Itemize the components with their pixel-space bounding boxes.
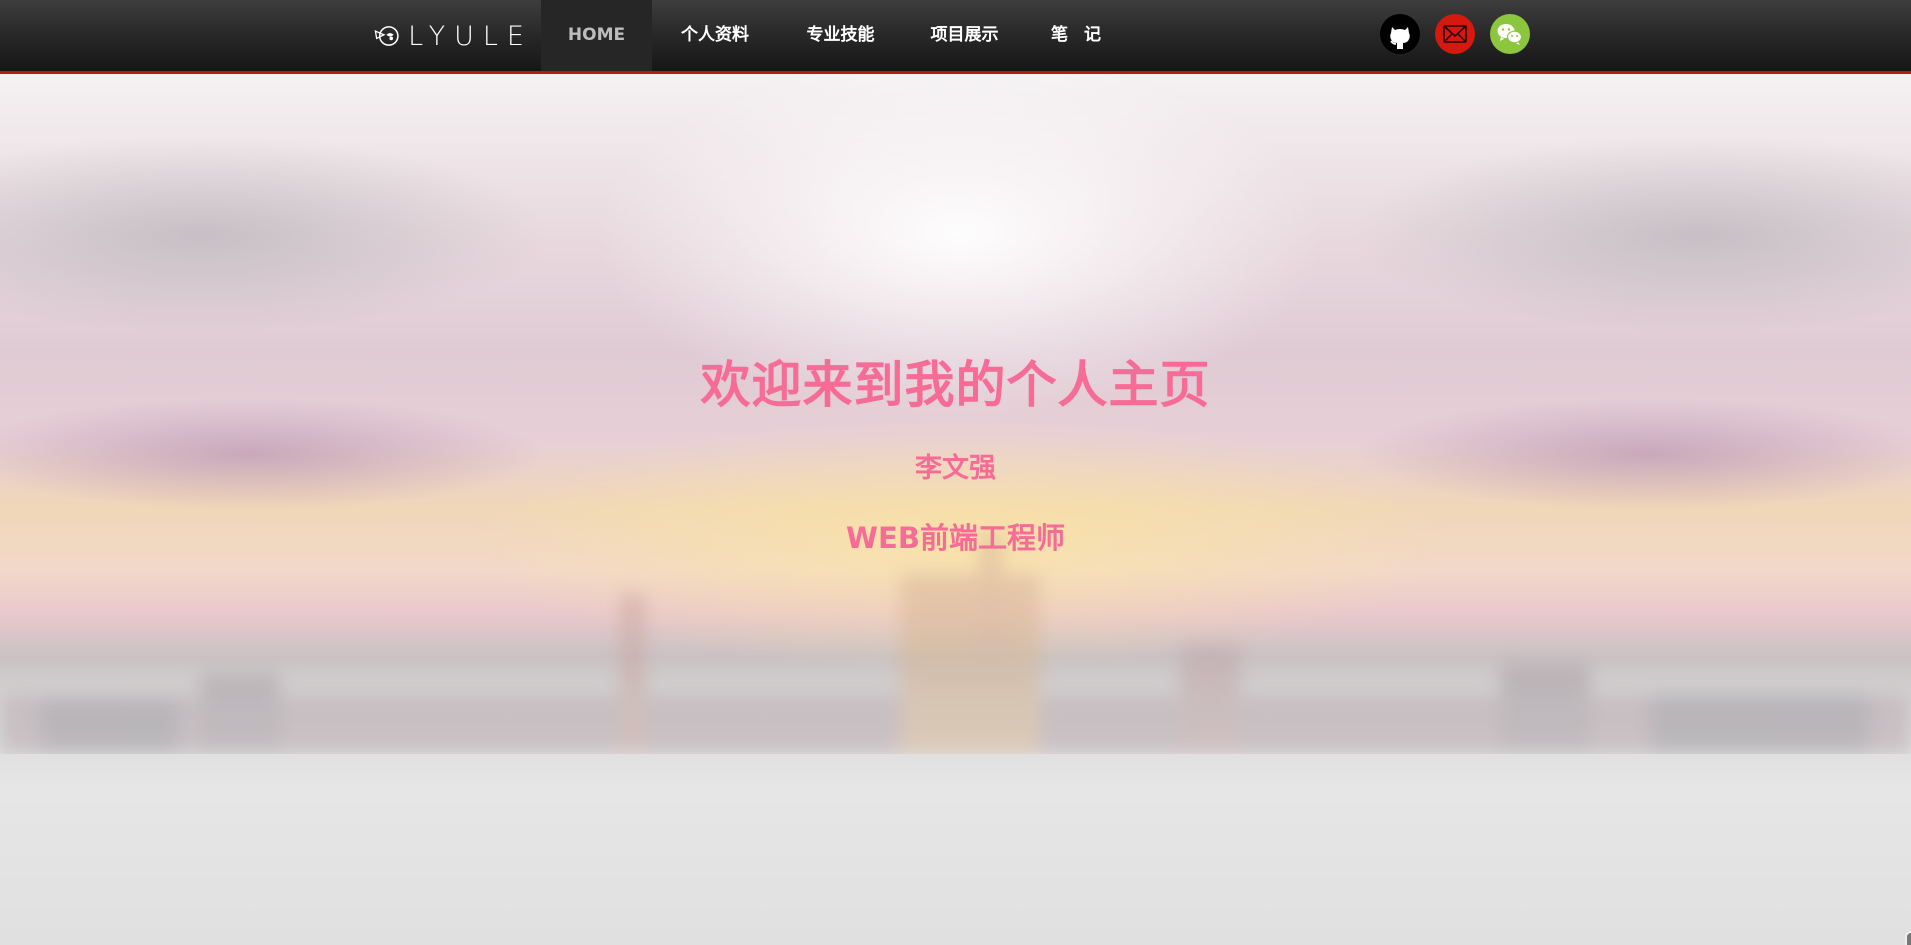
- wechat-icon: [1490, 14, 1530, 54]
- mail-link[interactable]: [1435, 14, 1475, 54]
- logo-text: LYULE: [408, 20, 533, 52]
- github-link[interactable]: [1380, 14, 1420, 54]
- hero-banner: 欢迎来到我的个人主页 李文强 WEB前端工程师: [0, 74, 1911, 945]
- logo-mark-icon: [374, 26, 399, 46]
- nav-notes[interactable]: 笔 记: [1026, 0, 1131, 71]
- wechat-link[interactable]: [1490, 14, 1530, 54]
- job-title: WEB前端工程师: [846, 521, 1065, 555]
- welcome-heading: 欢迎来到我的个人主页: [700, 356, 1211, 414]
- nav-projects[interactable]: 项目展示: [903, 0, 1026, 71]
- top-navbar: LYULE HOME 个人资料 专业技能 项目展示 笔 记: [0, 0, 1911, 74]
- main-nav: HOME 个人资料 专业技能 项目展示 笔 记: [541, 0, 1131, 71]
- github-icon: [1380, 14, 1420, 54]
- owner-name: 李文强: [915, 453, 996, 484]
- nav-profile[interactable]: 个人资料: [652, 0, 778, 71]
- site-logo[interactable]: LYULE: [373, 14, 533, 58]
- nav-home[interactable]: HOME: [541, 0, 652, 71]
- mail-icon: [1435, 14, 1475, 54]
- nav-skills[interactable]: 专业技能: [778, 0, 903, 71]
- side-scroll-handle[interactable]: [1905, 931, 1911, 945]
